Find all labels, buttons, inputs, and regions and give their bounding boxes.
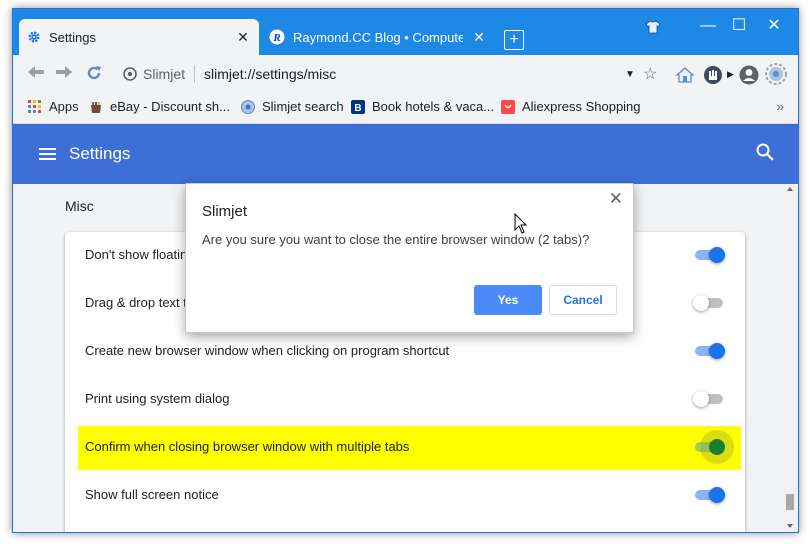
bookmark-label: Slimjet search: [262, 99, 344, 114]
aliexpress-icon: [501, 99, 515, 114]
slimjet-menu-icon[interactable]: [765, 63, 787, 85]
settings-header: Settings: [13, 124, 798, 184]
gear-icon: [28, 31, 40, 43]
close-window-button[interactable]: ✕: [754, 15, 794, 37]
slimjet-logo-icon: [123, 67, 137, 81]
menu-icon[interactable]: [39, 148, 56, 150]
section-title: Misc: [65, 198, 94, 214]
setting-label: Show full screen notice: [85, 487, 219, 502]
svg-text:R: R: [272, 32, 280, 44]
toggle-switch[interactable]: [693, 295, 727, 311]
dropdown-arrow-icon[interactable]: ▼: [625, 69, 643, 80]
reload-icon: [87, 66, 101, 80]
scrollbar[interactable]: [784, 184, 796, 532]
adblock-hand-icon[interactable]: [703, 65, 723, 85]
setting-label: Confirm when closing browser window with…: [85, 439, 410, 454]
yes-button[interactable]: Yes: [474, 285, 542, 315]
omnibox[interactable]: Slimjet slimjet://settings/misc ▼ ☆: [117, 61, 661, 87]
tab-title: Settings: [49, 29, 96, 45]
slimjet-search-icon: [241, 99, 255, 114]
toggle-switch[interactable]: [693, 343, 727, 359]
bookmark-booking[interactable]: B Book hotels & vaca...: [351, 99, 494, 114]
toggle-switch[interactable]: [693, 247, 727, 263]
setting-row-highlighted[interactable]: Confirm when closing browser window with…: [78, 426, 741, 470]
setting-row[interactable]: Show full screen notice: [65, 472, 745, 520]
setting-row[interactable]: Create new browser window when clicking …: [65, 328, 745, 376]
scroll-up-icon[interactable]: [787, 187, 793, 191]
forward-button[interactable]: [53, 64, 75, 84]
scroll-down-icon[interactable]: [787, 524, 793, 528]
setting-label: Print using system dialog: [85, 391, 230, 406]
title-bar: Settings ✕ R Raymond.CC Blog • Computers…: [13, 9, 798, 55]
setting-label: Don't show floatin: [85, 247, 188, 262]
url-field[interactable]: slimjet://settings/misc: [204, 66, 625, 82]
shirt-icon[interactable]: [645, 20, 661, 34]
forward-arrow-icon: [56, 66, 72, 78]
tab-settings[interactable]: Settings ✕: [19, 19, 259, 55]
bookmark-label: Aliexpress Shopping: [522, 99, 641, 114]
home-icon[interactable]: [675, 65, 695, 85]
booking-icon: B: [351, 99, 365, 114]
toolbar: Slimjet slimjet://settings/misc ▼ ☆ ▶: [13, 55, 798, 93]
toggle-switch[interactable]: [693, 487, 727, 503]
scroll-thumb[interactable]: [786, 494, 794, 510]
new-tab-button[interactable]: +: [504, 30, 524, 50]
setting-row[interactable]: Print using system dialog: [65, 376, 745, 424]
apps-grid-icon: [28, 99, 41, 113]
confirm-close-dialog: Slimjet ✕ Are you sure you want to close…: [185, 183, 634, 333]
setting-label: Create new browser window when clicking …: [85, 343, 450, 358]
omnibox-site: Slimjet: [143, 66, 186, 82]
back-arrow-icon: [28, 66, 44, 78]
bookmarks-overflow-icon[interactable]: »: [776, 98, 784, 114]
bookmark-ebay[interactable]: eBay - Discount sh...: [89, 99, 230, 114]
dialog-title: Slimjet: [202, 203, 248, 220]
bookmark-slimjet-search[interactable]: Slimjet search: [241, 99, 344, 114]
setting-label: Drag & drop text t: [85, 295, 187, 310]
search-icon[interactable]: [754, 141, 776, 163]
play-arrow-icon: ▶: [727, 69, 734, 79]
cancel-button[interactable]: Cancel: [549, 285, 617, 315]
dialog-close-icon[interactable]: ✕: [609, 189, 623, 209]
page-title: Settings: [69, 144, 131, 163]
tab-title: Raymond.CC Blog • Computers Ma: [293, 29, 463, 45]
tab-close-icon[interactable]: ✕: [235, 29, 251, 46]
back-button[interactable]: [25, 64, 47, 84]
svg-text:B: B: [354, 103, 361, 114]
bookmark-label: Apps: [49, 99, 79, 114]
ebay-icon: [91, 101, 101, 113]
bookmark-label: Book hotels & vaca...: [372, 99, 495, 114]
mouse-cursor-icon: [514, 213, 528, 234]
bookmark-apps[interactable]: Apps: [28, 99, 79, 114]
raymond-icon: R: [269, 29, 285, 45]
toggle-switch[interactable]: [693, 391, 727, 407]
bookmark-star-icon[interactable]: ☆: [643, 64, 661, 84]
profile-avatar-icon[interactable]: [739, 65, 759, 85]
bookmark-aliexpress[interactable]: Aliexpress Shopping: [501, 99, 641, 114]
dialog-message: Are you sure you want to close the entir…: [202, 232, 590, 247]
bookmarks-bar: Apps eBay - Discount sh... Slimjet searc…: [13, 93, 798, 124]
maximize-button[interactable]: ☐: [719, 15, 759, 37]
tab-close-icon[interactable]: ✕: [471, 29, 487, 46]
bookmark-label: eBay - Discount sh...: [110, 99, 230, 114]
reload-button[interactable]: [83, 64, 105, 84]
tab-raymond-blog[interactable]: R Raymond.CC Blog • Computers Ma ✕: [261, 19, 495, 55]
omnibox-divider: [194, 65, 196, 83]
toggle-switch[interactable]: [693, 439, 727, 455]
